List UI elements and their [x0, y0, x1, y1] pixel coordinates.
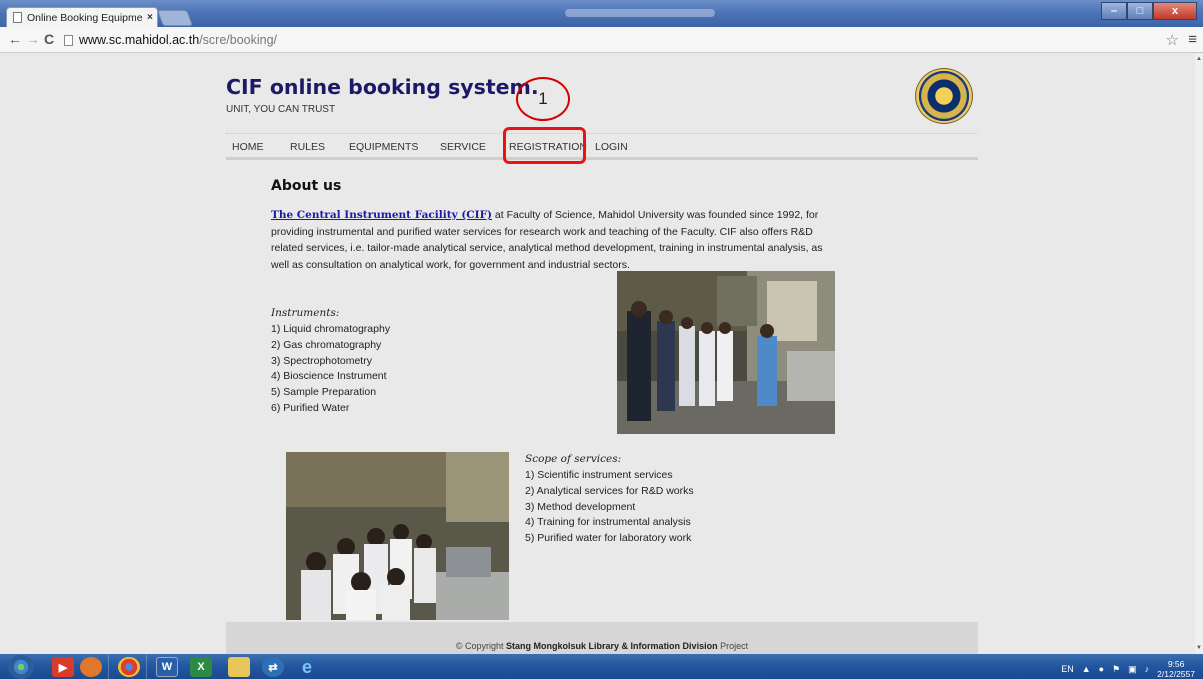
url-path: /scre/booking/	[199, 33, 278, 47]
nav-login[interactable]: LOGIN	[595, 141, 628, 153]
flag-icon[interactable]: ⚑	[1112, 664, 1120, 675]
excel-icon[interactable]: X	[190, 657, 212, 677]
list-item: 5) Sample Preparation	[271, 386, 377, 399]
registration-highlight-box	[503, 127, 586, 164]
firefox-icon[interactable]	[80, 657, 102, 677]
list-item: 5) Purified water for laboratory work	[525, 532, 692, 545]
windows-taskbar: ▶ W X ⇄ e EN ▲ ● ⚑ ▣ ♪ 9:56 2/12/2557	[0, 654, 1203, 679]
menu-icon[interactable]: ≡	[1188, 31, 1197, 48]
instruments-list: 1) Liquid chromatography 2) Gas chromato…	[271, 322, 390, 417]
list-item: 2) Analytical services for R&D works	[525, 484, 694, 497]
language-indicator[interactable]: EN	[1061, 664, 1074, 674]
training-photo	[286, 452, 509, 620]
clock-date: 2/12/2557	[1157, 669, 1195, 679]
scroll-down-icon[interactable]: ▼	[1196, 645, 1202, 651]
list-item: 4) Bioscience Instrument	[271, 370, 387, 383]
university-seal-logo	[915, 68, 973, 124]
tray-app-icon[interactable]: ●	[1099, 664, 1104, 674]
new-tab-button[interactable]	[157, 10, 193, 26]
reload-icon[interactable]: C	[44, 31, 54, 47]
scroll-up-icon[interactable]: ▲	[1196, 56, 1202, 62]
list-item: 4) Training for instrumental analysis	[525, 516, 691, 529]
system-tray: EN ▲ ● ⚑ ▣ ♪ 9:56 2/12/2557	[1053, 659, 1195, 679]
page-icon	[13, 12, 22, 23]
page-footer: © Copyright Stang Mongkolsuk Library & I…	[226, 622, 978, 654]
file-explorer-icon[interactable]	[228, 657, 250, 677]
lab-visit-photo	[617, 271, 835, 434]
cif-link[interactable]: The Central Instrument Facility (CIF)	[271, 209, 492, 221]
nav-equipments[interactable]: EQUIPMENTS	[349, 141, 418, 153]
list-item: 1) Scientific instrument services	[525, 469, 673, 481]
annotation-circle: 1	[516, 77, 570, 121]
maximize-button[interactable]: □	[1127, 2, 1153, 20]
start-button[interactable]	[8, 655, 34, 679]
list-item: 6) Purified Water	[271, 401, 350, 414]
instruments-title: Instruments:	[271, 307, 340, 319]
clock-time: 9:56	[1167, 659, 1185, 669]
window-controls: – □ x	[1101, 2, 1197, 20]
word-icon[interactable]: W	[156, 657, 178, 677]
internet-explorer-icon[interactable]: e	[296, 657, 318, 677]
url-host: www.sc.mahidol.ac.th	[79, 33, 200, 47]
volume-icon[interactable]: ♪	[1145, 664, 1150, 674]
browser-toolbar: ← → C www.sc.mahidol.ac.th/scre/booking/…	[0, 27, 1203, 53]
browser-tab[interactable]: Online Booking Equipmen ×	[6, 7, 158, 27]
address-bar[interactable]: www.sc.mahidol.ac.th/scre/booking/	[64, 31, 1164, 49]
chrome-icon[interactable]	[118, 657, 140, 677]
site-title: CIF online booking system.	[226, 75, 539, 99]
about-intro: The Central Instrument Facility (CIF) at…	[271, 207, 841, 273]
taskbar-divider	[146, 655, 147, 679]
page-scrollbar[interactable]	[1195, 54, 1203, 654]
teamviewer-icon[interactable]: ⇄	[262, 657, 284, 677]
main-nav: HOME RULES EQUIPMENTS SERVICE REGISTRATI…	[226, 133, 978, 160]
window-title-blurred	[565, 9, 715, 17]
clock[interactable]: 9:56 2/12/2557	[1157, 659, 1195, 679]
tray-chevron-icon[interactable]: ▲	[1082, 664, 1091, 674]
taskbar-divider	[108, 655, 109, 679]
forward-icon[interactable]: →	[26, 31, 40, 47]
close-icon[interactable]: ×	[147, 12, 153, 23]
media-player-icon[interactable]: ▶	[52, 657, 74, 677]
close-window-button[interactable]: x	[1153, 2, 1197, 20]
nav-rules[interactable]: RULES	[290, 141, 325, 153]
browser-titlebar: Online Booking Equipmen × – □ x	[0, 0, 1203, 27]
copyright-suffix: Project	[717, 641, 749, 651]
nav-home[interactable]: HOME	[232, 141, 264, 153]
about-heading: About us	[271, 178, 342, 194]
copyright-prefix: © Copyright	[455, 641, 507, 651]
list-item: 3) Method development	[525, 500, 636, 513]
list-item: 2) Gas chromatography	[271, 338, 382, 351]
copyright-org: Stang Mongkolsuk Library & Information D…	[506, 641, 718, 651]
network-icon[interactable]: ▣	[1128, 664, 1137, 675]
list-item: 1) Liquid chromatography	[271, 323, 391, 335]
scope-list: 1) Scientific instrument services 2) Ana…	[525, 468, 694, 547]
page-icon	[64, 34, 73, 46]
site-tagline: UNIT, YOU CAN TRUST	[226, 104, 336, 115]
minimize-button[interactable]: –	[1101, 2, 1127, 20]
list-item: 3) Spectrophotometry	[271, 354, 372, 367]
scope-title: Scope of services:	[525, 453, 622, 465]
bookmark-star-icon[interactable]: ☆	[1166, 31, 1179, 49]
back-icon[interactable]: ←	[8, 31, 22, 47]
nav-service[interactable]: SERVICE	[440, 141, 486, 153]
copyright-text: © Copyright Stang Mongkolsuk Library & I…	[226, 641, 978, 651]
tab-title: Online Booking Equipmen	[27, 11, 143, 24]
